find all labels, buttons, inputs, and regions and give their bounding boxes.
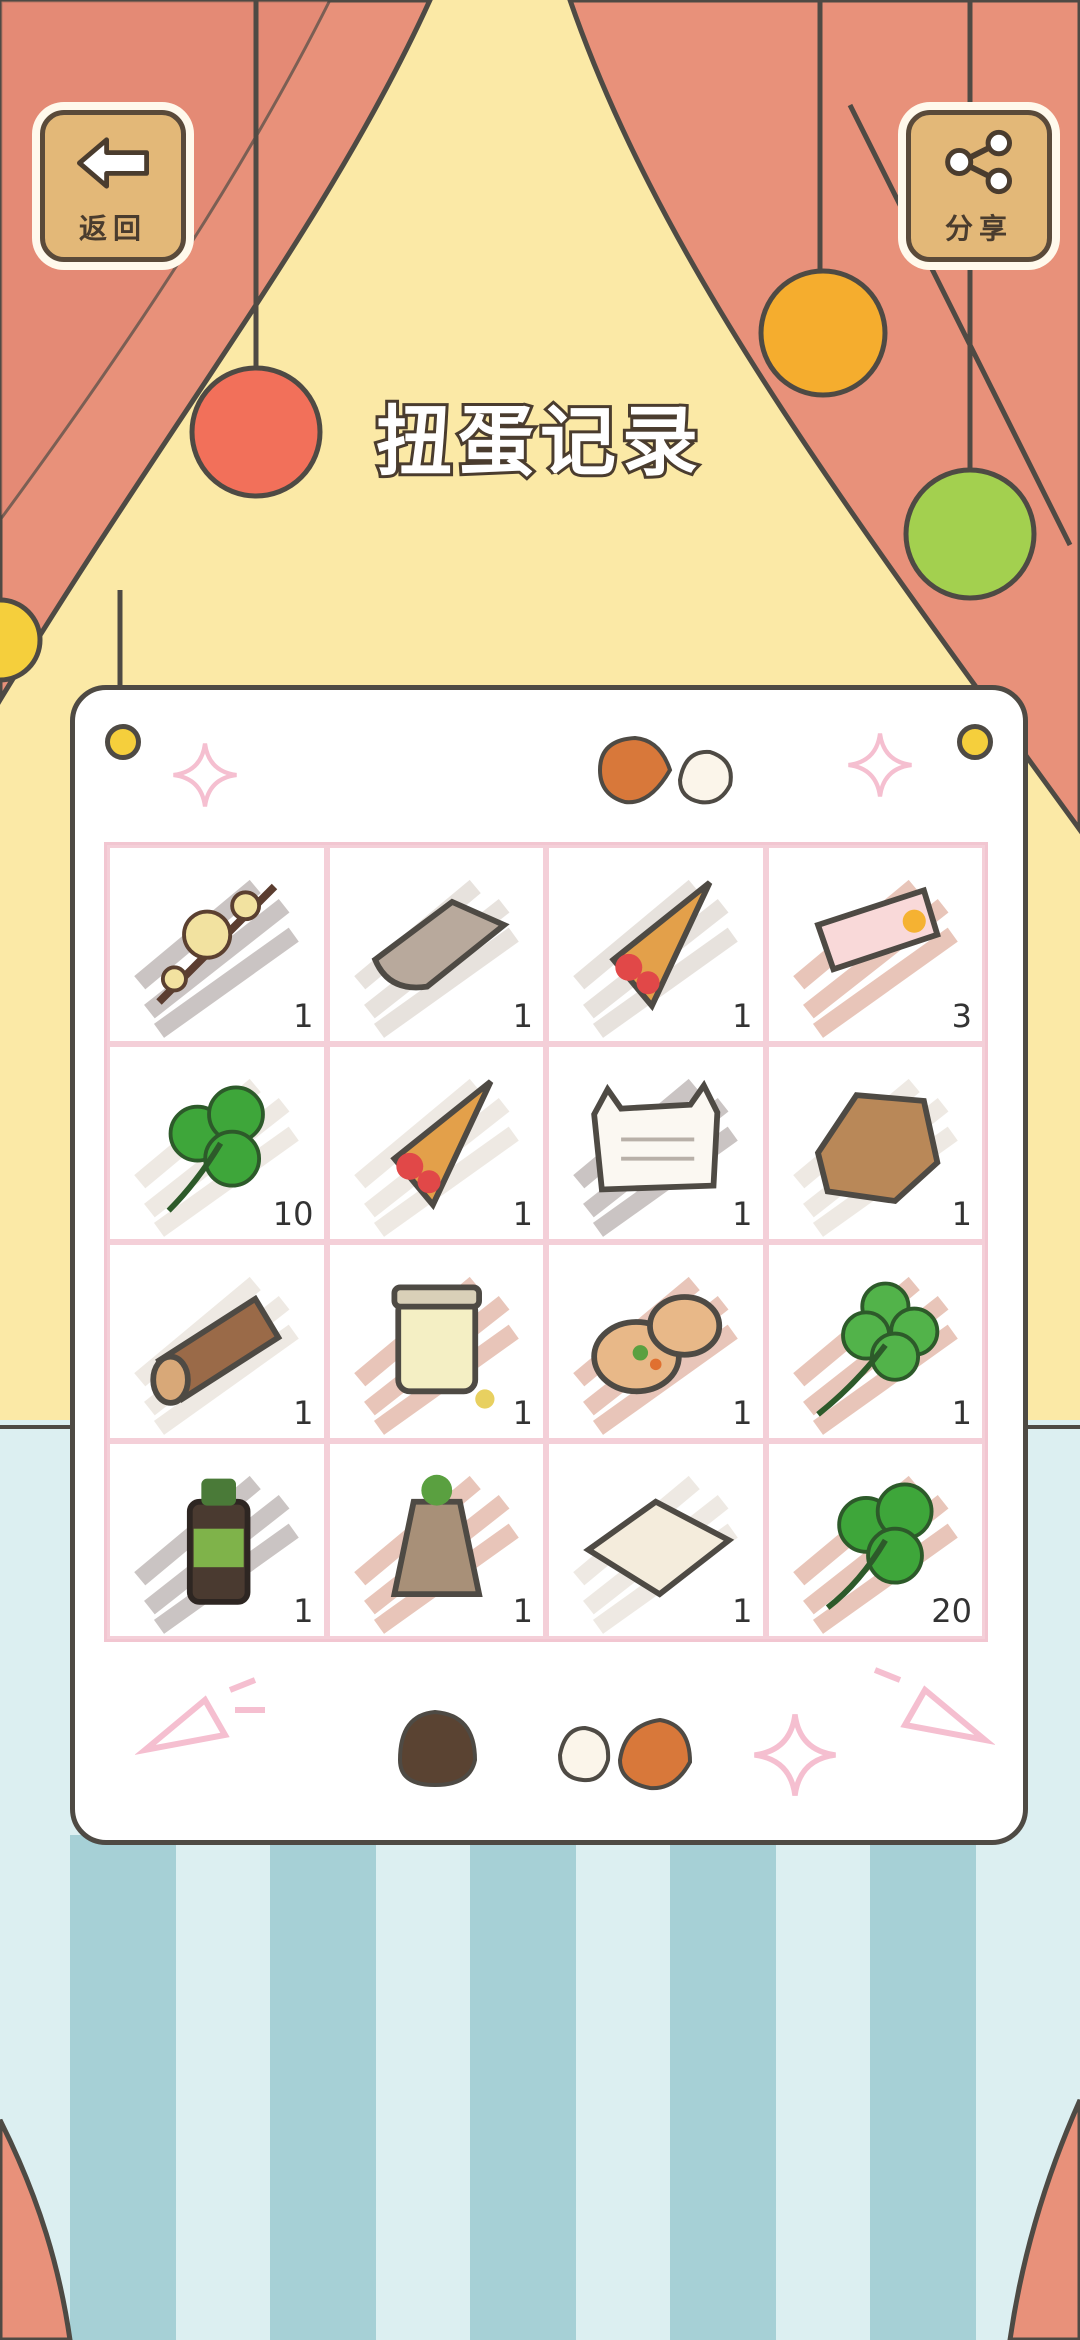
- wooden-log-icon: [134, 1276, 299, 1435]
- item-slot[interactable]: 1: [546, 1043, 766, 1242]
- pin-left: [105, 724, 141, 760]
- page-title: 扭蛋记录: [373, 394, 704, 489]
- back-button[interactable]: 返回: [40, 110, 186, 262]
- share-label: 分享: [944, 212, 1013, 245]
- nuts-decoration: [397, 1709, 693, 1791]
- strawberry-crepe-icon: [573, 879, 738, 1038]
- item-count: 1: [512, 996, 533, 1035]
- item-count: 1: [512, 1393, 533, 1432]
- item-slot[interactable]: 10: [107, 1043, 327, 1242]
- paper-sheets-icon: [573, 1475, 738, 1634]
- ticket-icon: [792, 879, 958, 1038]
- rolled-cloth-icon: [353, 879, 519, 1038]
- item-slot[interactable]: 1: [107, 1242, 327, 1441]
- item-slot[interactable]: 3: [765, 845, 985, 1044]
- seed-bag-icon: [353, 1474, 519, 1634]
- sparkle-decoration: [754, 1714, 836, 1796]
- sparkle-decoration: [848, 733, 912, 797]
- item-slot[interactable]: 1: [326, 1242, 546, 1441]
- item-slot[interactable]: 1: [326, 1440, 546, 1639]
- gacha-record-grid: 1 1 1 3 10 1 1 1 1 1 1 1 1 1 1 20: [104, 842, 988, 1642]
- item-count: 1: [732, 996, 753, 1035]
- item-slot[interactable]: 1: [107, 845, 327, 1044]
- party-popper-decoration: [135, 1677, 265, 1755]
- item-count: 1: [293, 1592, 314, 1630]
- item-count: 20: [931, 1592, 972, 1630]
- item-count: 1: [512, 1195, 533, 1233]
- back-label: 返回: [78, 212, 147, 245]
- wrapped-parcel-icon: [792, 1078, 958, 1237]
- item-slot[interactable]: 1: [546, 1242, 766, 1441]
- party-popper-decoration: [873, 1667, 995, 1745]
- item-count: 1: [293, 1393, 314, 1432]
- item-slot[interactable]: 1: [765, 1043, 985, 1242]
- pin-right: [957, 724, 993, 760]
- item-count: 1: [732, 1195, 753, 1233]
- item-count: 1: [512, 1592, 533, 1630]
- item-count: 1: [951, 1195, 972, 1233]
- share-button[interactable]: 分享: [906, 110, 1052, 262]
- strawberry-crepe-icon: [353, 1078, 519, 1237]
- item-slot[interactable]: 1: [107, 1440, 327, 1639]
- item-count: 1: [732, 1592, 753, 1630]
- stuffed-pita-icon: [573, 1276, 738, 1435]
- item-count: 10: [272, 1195, 314, 1233]
- plum-blossom-branch-icon: [134, 879, 299, 1038]
- item-count: 3: [951, 996, 972, 1035]
- item-slot[interactable]: 20: [765, 1440, 985, 1639]
- item-slot[interactable]: 1: [765, 1242, 985, 1441]
- sparkle-decoration: [173, 743, 237, 807]
- item-slot[interactable]: 1: [546, 1440, 766, 1639]
- item-slot[interactable]: 1: [326, 1043, 546, 1242]
- item-slot[interactable]: 1: [546, 845, 766, 1044]
- medicine-bottle-icon: [134, 1475, 299, 1634]
- item-count: 1: [732, 1393, 753, 1432]
- item-count: 1: [951, 1393, 972, 1432]
- item-count: 1: [293, 996, 314, 1035]
- item-slot[interactable]: 1: [326, 845, 546, 1044]
- four-leaf-clover-icon: [792, 1276, 958, 1435]
- jar-icon: [353, 1276, 519, 1435]
- share-icon: [945, 129, 1012, 195]
- arrow-left-icon: [77, 137, 150, 189]
- acorn-decoration: [597, 735, 733, 805]
- cat-letter-icon: [573, 1078, 738, 1237]
